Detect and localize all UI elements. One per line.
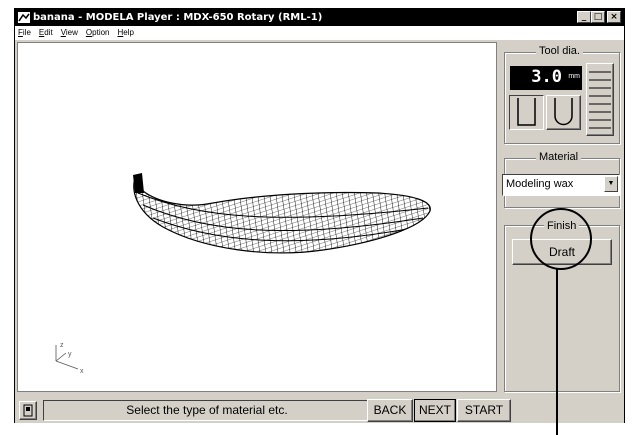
menu-bar: File Edit View Option Help (15, 26, 624, 40)
ball-end-mill-icon (554, 98, 573, 126)
axis-x-label: x (80, 368, 84, 375)
material-select[interactable]: Modeling wax ▼ (502, 174, 620, 196)
tool-dia-label: Tool dia. (536, 45, 583, 57)
banana-mesh (133, 176, 431, 253)
window-title: banana - MODELA Player : MDX-650 Rotary … (33, 12, 323, 23)
menu-file[interactable]: File (18, 26, 31, 40)
material-label: Material (536, 151, 582, 163)
menu-view[interactable]: View (61, 26, 78, 40)
tool-dia-scroll-grip (589, 71, 611, 129)
application-window: banana - MODELA Player : MDX-650 Rotary … (14, 8, 625, 423)
tool-dia-unit: mm (568, 73, 580, 80)
tool-dia-value: 3.0 (531, 67, 562, 87)
close-button[interactable]: × (607, 11, 621, 23)
title-bar: banana - MODELA Player : MDX-650 Rotary … (15, 9, 624, 26)
app-icon (18, 12, 30, 23)
flat-tool-button[interactable] (509, 95, 544, 130)
model-viewport[interactable]: z y x (17, 42, 497, 392)
banana-wireframe-model: z y x (55, 173, 431, 375)
menu-edit[interactable]: Edit (39, 26, 53, 40)
maximize-button[interactable]: □ (591, 11, 605, 23)
tool-dia-display: 3.0 mm (510, 66, 582, 90)
status-bar: Select the type of material etc. BACK NE… (15, 395, 624, 423)
status-message: Select the type of material etc. (43, 400, 371, 421)
next-button[interactable]: NEXT (414, 399, 456, 422)
ball-tool-button[interactable] (546, 95, 581, 130)
axis-z-label: z (60, 342, 64, 349)
flat-end-mill-icon (517, 98, 536, 126)
start-button[interactable]: START (457, 399, 511, 422)
status-icon-button[interactable] (19, 401, 37, 420)
callout-line (556, 269, 558, 435)
back-button[interactable]: BACK (367, 399, 413, 422)
device-icon (23, 404, 33, 417)
tool-dia-scroll[interactable] (586, 63, 614, 136)
dropdown-arrow-icon[interactable]: ▼ (604, 176, 618, 192)
menu-help[interactable]: Help (118, 26, 134, 40)
menu-option[interactable]: Option (86, 26, 110, 40)
minimize-button[interactable]: _ (577, 11, 591, 23)
callout-circle (530, 208, 592, 270)
axis-y-label: y (68, 351, 72, 358)
material-selected-value: Modeling wax (506, 178, 574, 190)
